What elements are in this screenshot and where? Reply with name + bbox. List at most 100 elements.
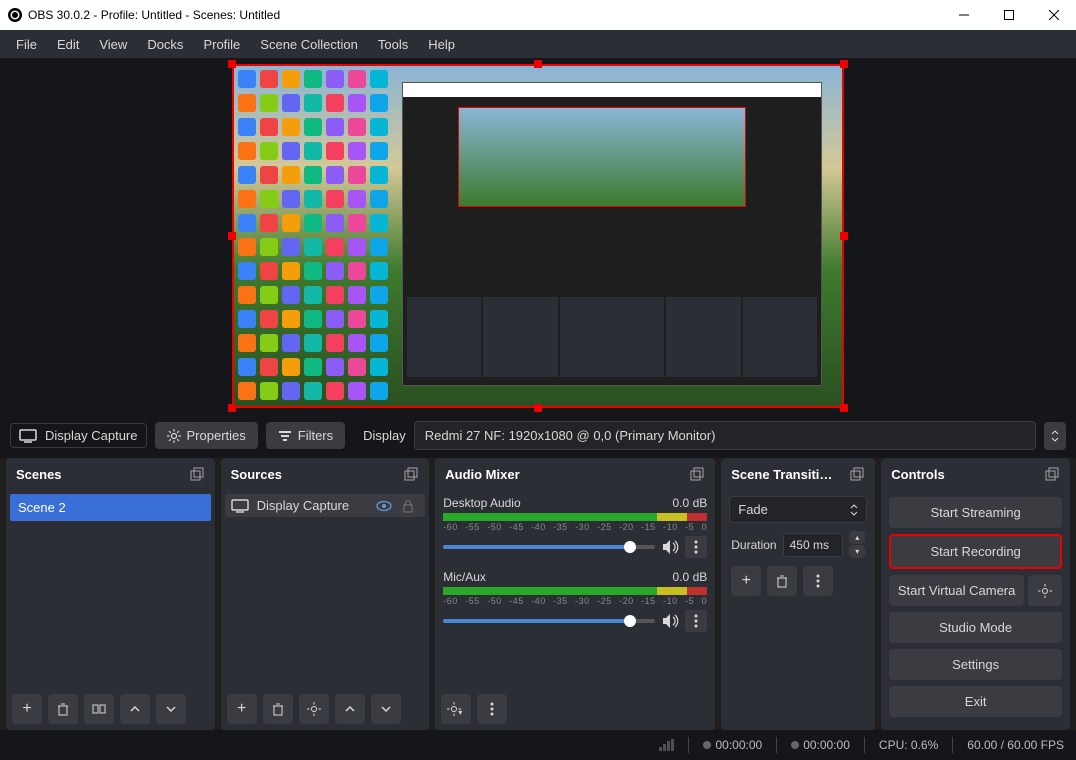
sources-title: Sources: [231, 467, 282, 482]
statusbar: 00:00:00 00:00:00 CPU: 0.6% 60.00 / 60.0…: [0, 730, 1076, 760]
resize-handle-br[interactable]: [840, 404, 848, 412]
desktop-icons-grid: [234, 66, 394, 406]
transitions-title: Scene Transiti…: [731, 467, 832, 482]
channel-level: 0.0 dB: [673, 496, 708, 510]
volume-slider[interactable]: [443, 619, 655, 623]
scenes-dock: Scenes Scene 2 +: [6, 458, 215, 730]
duration-up[interactable]: ▴: [849, 531, 865, 544]
resize-handle-mr[interactable]: [840, 232, 848, 240]
start-streaming-button[interactable]: Start Streaming: [889, 497, 1062, 528]
menu-docks[interactable]: Docks: [137, 33, 193, 56]
speaker-icon[interactable]: [661, 539, 679, 555]
channel-name: Desktop Audio: [443, 496, 520, 510]
volume-slider[interactable]: [443, 545, 655, 549]
add-source-button[interactable]: +: [227, 694, 257, 724]
source-context-bar: Display Capture Properties Filters Displ…: [0, 413, 1076, 458]
transition-properties-button[interactable]: [803, 566, 833, 596]
duration-input[interactable]: 450 ms: [783, 533, 844, 557]
exit-button[interactable]: Exit: [889, 686, 1062, 717]
fps-status: 60.00 / 60.00 FPS: [967, 738, 1064, 752]
scene-up-button[interactable]: [120, 694, 150, 724]
audio-channel: Desktop Audio 0.0 dB -60-55-50-45-40-35-3…: [439, 494, 711, 560]
popout-icon[interactable]: [189, 466, 205, 482]
duration-down[interactable]: ▾: [849, 545, 865, 558]
add-transition-button[interactable]: +: [731, 566, 761, 596]
popout-icon[interactable]: [849, 466, 865, 482]
signal-icon: [659, 739, 674, 751]
meter-ticks: -60-55-50-45-40-35-30-25-20-15-10-50: [443, 596, 707, 606]
add-scene-button[interactable]: +: [12, 694, 42, 724]
source-down-button[interactable]: [371, 694, 401, 724]
close-button[interactable]: [1031, 0, 1076, 30]
volume-meter: [443, 513, 707, 521]
gear-icon: [167, 429, 181, 443]
source-item[interactable]: Display Capture: [225, 494, 426, 517]
resize-handle-tl[interactable]: [228, 60, 236, 68]
minimize-button[interactable]: [941, 0, 986, 30]
settings-button[interactable]: Settings: [889, 649, 1062, 680]
start-virtual-camera-button[interactable]: Start Virtual Camera: [889, 575, 1024, 606]
resize-handle-bl[interactable]: [228, 404, 236, 412]
captured-display: [234, 66, 842, 406]
maximize-button[interactable]: [986, 0, 1031, 30]
menubar: File Edit View Docks Profile Scene Colle…: [0, 30, 1076, 58]
menu-file[interactable]: File: [6, 33, 47, 56]
preview-area[interactable]: [0, 58, 1076, 413]
remove-scene-button[interactable]: [48, 694, 78, 724]
channel-menu-button[interactable]: [685, 536, 707, 558]
preview-canvas[interactable]: [232, 64, 844, 408]
mixer-settings-button[interactable]: ▾: [441, 694, 471, 724]
sources-dock: Sources Display Capture +: [221, 458, 430, 730]
menu-profile[interactable]: Profile: [193, 33, 250, 56]
resize-handle-bm[interactable]: [534, 404, 542, 412]
filters-icon: [278, 429, 292, 443]
filters-button[interactable]: Filters: [266, 422, 345, 449]
channel-name: Mic/Aux: [443, 570, 486, 584]
menu-view[interactable]: View: [89, 33, 137, 56]
virtual-camera-settings-button[interactable]: [1028, 575, 1062, 606]
resize-handle-ml[interactable]: [228, 232, 236, 240]
scene-filters-button[interactable]: [84, 694, 114, 724]
display-dropdown-updown[interactable]: [1044, 422, 1066, 450]
cpu-status: CPU: 0.6%: [879, 738, 938, 752]
mixer-menu-button[interactable]: [477, 694, 507, 724]
source-properties-button[interactable]: [299, 694, 329, 724]
selected-source-name: Display Capture: [45, 428, 138, 443]
audio-channel: Mic/Aux0.0 dB -60-55-50-45-40-35-30-25-2…: [439, 568, 711, 634]
popout-icon[interactable]: [403, 466, 419, 482]
transition-select[interactable]: Fade: [729, 496, 867, 523]
speaker-icon[interactable]: [661, 613, 679, 629]
transitions-dock: Scene Transiti… Fade Duration 450 ms ▴ ▾…: [721, 458, 875, 730]
menu-scene-collection[interactable]: Scene Collection: [250, 33, 368, 56]
studio-mode-button[interactable]: Studio Mode: [889, 612, 1062, 643]
display-icon: [231, 499, 249, 513]
duration-label: Duration: [731, 538, 776, 552]
remove-transition-button[interactable]: [767, 566, 797, 596]
lock-toggle[interactable]: [401, 499, 419, 513]
properties-button[interactable]: Properties: [155, 422, 258, 449]
channel-menu-button[interactable]: [685, 610, 707, 632]
start-recording-button[interactable]: Start Recording: [889, 534, 1062, 569]
scene-item[interactable]: Scene 2: [10, 494, 211, 521]
popout-icon[interactable]: [1044, 466, 1060, 482]
popout-icon[interactable]: [689, 466, 705, 482]
source-up-button[interactable]: [335, 694, 365, 724]
mixer-title: Audio Mixer: [445, 467, 519, 482]
menu-tools[interactable]: Tools: [368, 33, 418, 56]
menu-edit[interactable]: Edit: [47, 33, 89, 56]
volume-meter: [443, 587, 707, 595]
rec-status: 00:00:00: [791, 738, 850, 752]
remove-source-button[interactable]: [263, 694, 293, 724]
controls-title: Controls: [891, 467, 944, 482]
window-title: OBS 30.0.2 - Profile: Untitled - Scenes:…: [28, 8, 280, 22]
resize-handle-tr[interactable]: [840, 60, 848, 68]
visibility-toggle[interactable]: [375, 499, 393, 513]
display-label: Display: [363, 428, 406, 443]
display-dropdown[interactable]: Redmi 27 NF: 1920x1080 @ 0,0 (Primary Mo…: [414, 421, 1036, 450]
window-titlebar: OBS 30.0.2 - Profile: Untitled - Scenes:…: [0, 0, 1076, 30]
audio-mixer-dock: Audio Mixer Desktop Audio 0.0 dB -60-55-5…: [435, 458, 715, 730]
scene-down-button[interactable]: [156, 694, 186, 724]
meter-ticks: -60-55-50-45-40-35-30-25-20-15-10-50: [443, 522, 707, 532]
menu-help[interactable]: Help: [418, 33, 465, 56]
resize-handle-tm[interactable]: [534, 60, 542, 68]
